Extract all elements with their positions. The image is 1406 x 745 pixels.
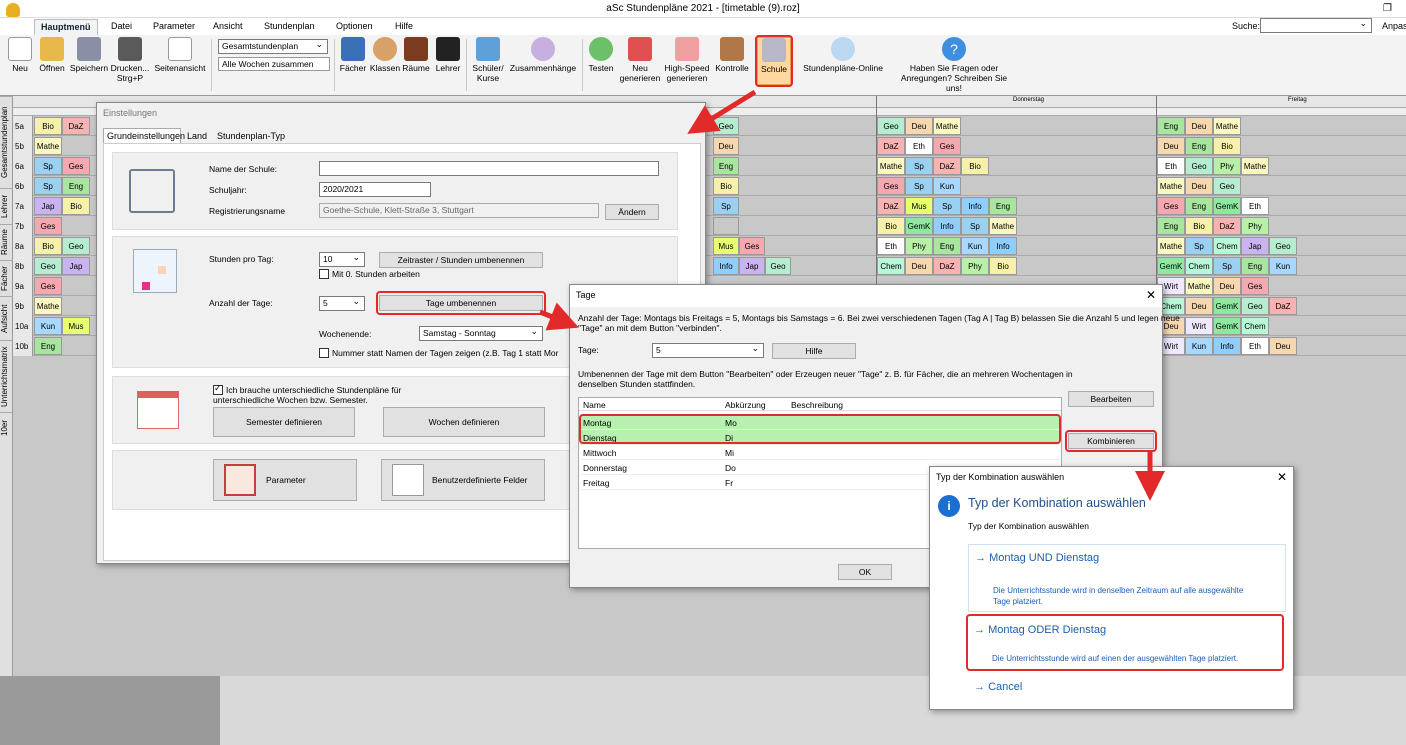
annotation-arrows [539, 89, 1165, 501]
arrow-schule [687, 89, 757, 134]
arrow-tage [539, 302, 579, 331]
